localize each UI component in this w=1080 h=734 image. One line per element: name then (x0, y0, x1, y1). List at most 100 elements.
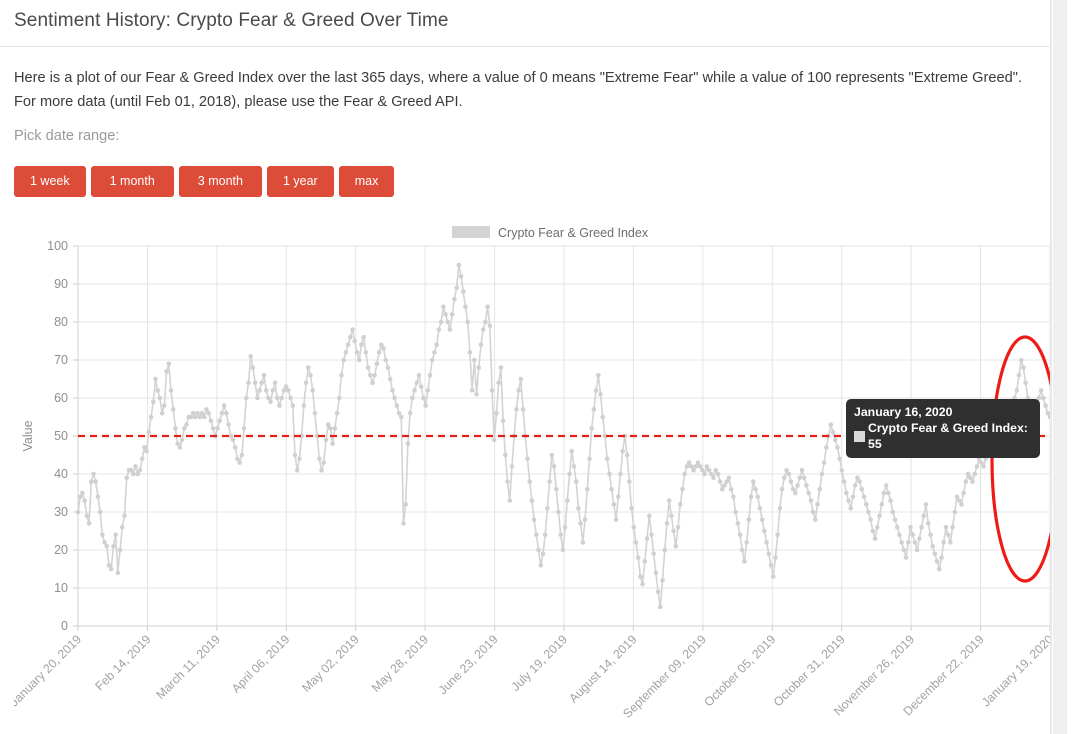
series-point[interactable] (872, 536, 878, 541)
series-point[interactable] (272, 380, 278, 386)
series-point[interactable] (460, 289, 466, 294)
series-point[interactable] (901, 547, 907, 553)
series-point[interactable] (565, 498, 570, 503)
series-point[interactable] (547, 479, 552, 484)
series-point[interactable] (97, 509, 103, 515)
series-point[interactable] (629, 505, 634, 511)
series-point[interactable] (735, 521, 741, 526)
series-point[interactable] (728, 486, 734, 492)
series-point[interactable] (773, 555, 778, 560)
series-point[interactable] (819, 471, 825, 477)
series-point[interactable] (627, 479, 632, 484)
series-point[interactable] (540, 551, 546, 557)
series-point[interactable] (525, 456, 530, 462)
series-point[interactable] (480, 327, 486, 332)
series-point[interactable] (1014, 388, 1020, 393)
series-point[interactable] (797, 475, 803, 481)
series-point[interactable] (288, 395, 293, 401)
series-point[interactable] (961, 490, 966, 496)
series-point[interactable] (469, 388, 475, 393)
series-point[interactable] (312, 410, 318, 416)
series-point[interactable] (458, 274, 464, 279)
series-point[interactable] (591, 407, 597, 412)
series-point[interactable] (930, 543, 935, 549)
series-point[interactable] (474, 391, 479, 397)
series-point[interactable] (848, 505, 854, 511)
series-point[interactable] (635, 555, 641, 560)
series-point[interactable] (875, 524, 880, 530)
series-point[interactable] (443, 312, 448, 317)
series-point[interactable] (332, 426, 338, 431)
range-button-1-week[interactable]: 1 week (14, 166, 86, 197)
series-point[interactable] (257, 388, 262, 393)
series-point[interactable] (748, 494, 754, 500)
series-point[interactable] (576, 505, 581, 511)
series-point[interactable] (1043, 403, 1048, 408)
series-point[interactable] (274, 395, 280, 401)
series-point[interactable] (644, 536, 650, 541)
series-point[interactable] (93, 479, 99, 484)
series-point[interactable] (292, 452, 298, 458)
series-point[interactable] (906, 540, 911, 545)
series-point[interactable] (746, 517, 752, 522)
series-point[interactable] (334, 410, 340, 416)
series-point[interactable] (297, 456, 302, 462)
series-point[interactable] (418, 384, 424, 389)
series-point[interactable] (372, 372, 377, 378)
series-point[interactable] (381, 346, 386, 351)
series-point[interactable] (438, 319, 444, 325)
series-point[interactable] (651, 551, 656, 557)
series-point[interactable] (633, 540, 639, 545)
series-point[interactable] (788, 479, 794, 484)
series-point[interactable] (336, 395, 342, 401)
series-point[interactable] (387, 376, 393, 382)
series-point[interactable] (764, 540, 769, 545)
series-point[interactable] (715, 471, 721, 477)
series-point[interactable] (934, 559, 940, 564)
series-point[interactable] (943, 524, 949, 530)
series-point[interactable] (403, 502, 408, 507)
series-point[interactable] (839, 467, 845, 473)
series-point[interactable] (852, 483, 858, 488)
series-point[interactable] (959, 502, 964, 507)
series-point[interactable] (580, 540, 586, 545)
series-point[interactable] (84, 513, 90, 519)
series-point[interactable] (903, 555, 909, 560)
series-point[interactable] (250, 365, 256, 370)
series-point[interactable] (505, 479, 510, 484)
series-point[interactable] (883, 483, 889, 488)
series-point[interactable] (146, 429, 152, 435)
series-point[interactable] (677, 502, 683, 507)
series-point[interactable] (753, 486, 758, 492)
series-point[interactable] (268, 399, 273, 405)
series-point[interactable] (777, 505, 783, 511)
series-point[interactable] (553, 486, 559, 492)
series-point[interactable] (226, 422, 231, 427)
series-point[interactable] (952, 509, 958, 515)
series-point[interactable] (894, 524, 900, 530)
series-point[interactable] (270, 388, 276, 393)
series-point[interactable] (919, 524, 924, 530)
series-point[interactable] (755, 494, 761, 500)
series-point[interactable] (881, 490, 887, 496)
series-point[interactable] (613, 517, 619, 522)
series-point[interactable] (914, 547, 920, 553)
series-point[interactable] (345, 342, 351, 348)
series-point[interactable] (972, 471, 978, 477)
series-point[interactable] (308, 372, 313, 378)
series-point[interactable] (859, 486, 865, 492)
series-point[interactable] (390, 388, 395, 393)
series-point[interactable] (830, 429, 836, 435)
series-point[interactable] (970, 479, 975, 484)
series-point[interactable] (485, 304, 490, 310)
series-point[interactable] (277, 403, 282, 408)
series-point[interactable] (866, 509, 871, 515)
series-point[interactable] (910, 532, 916, 538)
series-point[interactable] (478, 342, 484, 348)
series-point[interactable] (551, 464, 557, 469)
series-point[interactable] (786, 471, 792, 477)
series-point[interactable] (939, 555, 944, 560)
series-point[interactable] (376, 350, 382, 355)
series-point[interactable] (241, 426, 247, 431)
series-point[interactable] (173, 426, 178, 431)
